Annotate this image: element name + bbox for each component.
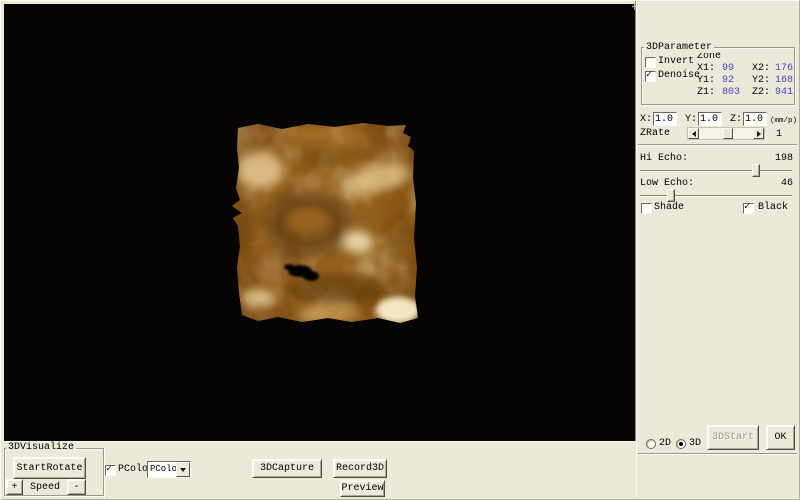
zone-z2-label: Z2: [752,87,770,99]
capture-3d-button[interactable]: 3DCapture [252,459,322,478]
zone-z1-value: 803 [722,87,740,99]
zone-y1-value: 92 [722,75,734,87]
right-arrow-icon [757,131,761,137]
zrate-left-arrow-button[interactable] [688,128,699,139]
scale-z-label: Z: [730,114,742,126]
left-arrow-icon [692,131,696,137]
speed-plus-button[interactable]: + [6,479,23,495]
scale-x-label: X: [640,114,652,126]
mode-3d-label: 3D [689,438,701,450]
mode-2d-radio[interactable] [646,439,656,449]
low-echo-value: 46 [781,178,793,190]
panel-divider [635,1,636,497]
mode-3d-radio[interactable] [676,439,686,449]
zrate-value: 1 [776,129,782,141]
preview-button[interactable]: Preview [340,480,385,497]
ultrasound-3d-render [230,118,425,328]
separator [638,144,797,145]
black-checkbox[interactable] [743,203,754,214]
start3d-button[interactable]: 3DStart [707,425,759,450]
start-rotate-button[interactable]: StartRotate [13,457,86,479]
separator [638,453,797,454]
parameter-groupbox: 3DParameter Invert Denoise Zone X1: 99 X… [641,47,795,105]
zone-x2-value: 176 [775,63,793,75]
zone-x1-label: X1: [697,63,715,75]
zrate-label: ZRate [640,128,670,140]
black-label: Black [758,202,788,214]
render-viewport[interactable] [4,4,635,441]
mode-2d-label: 2D [659,438,671,450]
hi-echo-label: Hi Echo: [640,153,688,165]
scale-unit-label: (mm/p) [770,115,797,127]
zrate-right-arrow-button[interactable] [753,128,764,139]
hi-echo-slider-track[interactable] [640,170,792,171]
app-window: 3DParameter Invert Denoise Zone X1: 99 X… [0,0,800,500]
scale-y-label: Y: [685,114,697,126]
zone-y2-value: 168 [775,75,793,87]
zone-y2-label: Y2: [752,75,770,87]
denoise-checkbox[interactable] [645,71,656,82]
record-3d-button[interactable]: Record3D [333,459,387,478]
shade-checkbox[interactable] [641,203,652,214]
invert-checkbox[interactable] [645,57,656,68]
zone-z1-label: Z1: [697,87,715,99]
scale-x-input[interactable] [653,112,677,126]
visualize-bar: 3DVisualize StartRotate + Speed - PColor… [4,441,636,498]
scale-y-input[interactable] [698,112,722,126]
denoise-label: Denoise [658,70,700,82]
dropdown-arrow-icon [180,468,186,472]
zone-z2-value: 941 [775,87,793,99]
zrate-scrollbar[interactable] [687,127,765,140]
ok-button[interactable]: OK [766,425,795,450]
low-echo-slider-thumb[interactable] [667,189,675,202]
zone-x2-label: X2: [752,63,770,75]
parameter-group-title: 3DParameter [644,42,714,53]
zone-x1-value: 99 [722,63,734,75]
pcolor-checkbox[interactable] [105,465,116,476]
speed-label: Speed [30,482,60,494]
pcolor-combobox-dropdown-button[interactable] [176,462,190,477]
zone-y1-label: Y1: [697,75,715,87]
hi-echo-value: 198 [775,153,793,165]
invert-label: Invert [658,56,694,68]
shade-label: Shade [654,202,684,214]
zrate-scrollbar-thumb[interactable] [723,128,733,139]
pcolor-combobox[interactable]: PColor [147,461,191,478]
parameter-panel: 3DParameter Invert Denoise Zone X1: 99 X… [638,4,797,497]
speed-minus-button[interactable]: - [67,479,86,495]
hi-echo-slider-thumb[interactable] [752,164,760,177]
scale-z-input[interactable] [743,112,767,126]
visualize-group-title: 3DVisualize [6,442,76,453]
low-echo-slider-track[interactable] [640,195,792,196]
